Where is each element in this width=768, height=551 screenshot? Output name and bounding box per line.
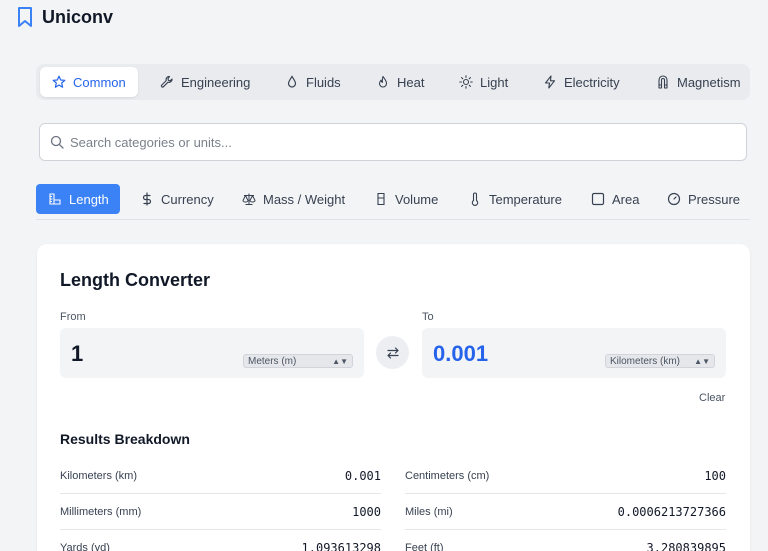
unit-category-tab-bar: Length Currency Mass / Weight Volume Tem… — [36, 184, 750, 220]
converter-card: Length Converter From 1 Meters (m) ▲▼ To… — [37, 244, 750, 551]
scale-icon — [242, 193, 256, 205]
tab-label: Electricity — [564, 74, 620, 90]
wrench-icon — [160, 75, 173, 88]
from-value[interactable]: 1 — [71, 341, 83, 367]
flame-icon — [378, 75, 388, 88]
results-title: Results Breakdown — [60, 431, 190, 447]
app-header: Uniconv — [0, 0, 768, 36]
select-arrows-icon: ▲▼ — [332, 357, 348, 366]
sun-icon — [459, 75, 473, 89]
tab-currency[interactable]: Currency — [128, 184, 226, 214]
search-input[interactable] — [70, 124, 740, 160]
result-value: 1.093613298 — [301, 541, 381, 551]
tab-label: Heat — [397, 74, 425, 90]
tab-electricity[interactable]: Electricity — [531, 67, 632, 97]
result-unit: Miles (mi) — [405, 506, 453, 518]
tab-label: Volume — [395, 191, 439, 207]
to-unit-label: Kilometers (km) — [610, 355, 681, 367]
tab-label: Mass / Weight — [263, 191, 346, 207]
tab-label: Pressure — [688, 191, 741, 207]
result-row: Yards (yd) 1.093613298 — [60, 530, 381, 551]
dollar-icon — [142, 192, 152, 206]
result-row: Miles (mi) 0.0006213727366 — [405, 494, 726, 530]
tab-heat[interactable]: Heat — [364, 67, 436, 97]
select-arrows-icon: ▲▼ — [694, 357, 710, 366]
to-value[interactable]: 0.001 — [433, 341, 488, 367]
square-icon — [591, 192, 605, 206]
tab-area[interactable]: Area — [579, 184, 651, 214]
magnet-icon — [658, 75, 668, 89]
result-row: Feet (ft) 3.280839895 — [405, 530, 726, 551]
result-unit: Feet (ft) — [405, 542, 444, 551]
beaker-icon — [377, 192, 385, 206]
droplet-icon — [287, 75, 297, 88]
tab-fluids[interactable]: Fluids — [273, 67, 353, 97]
gauge-icon — [667, 192, 681, 206]
result-value: 0.001 — [344, 469, 381, 483]
result-value: 3.280839895 — [646, 541, 726, 551]
tab-label: Common — [73, 74, 126, 90]
from-label: From — [60, 311, 86, 323]
search-bar — [39, 123, 747, 161]
thermometer-icon — [471, 192, 479, 206]
result-row: Kilometers (km) 0.001 — [60, 458, 381, 494]
tab-label: Area — [612, 191, 640, 207]
tab-label: Fluids — [306, 74, 341, 90]
star-icon — [52, 75, 66, 88]
result-value: 0.0006213727366 — [617, 505, 726, 519]
tab-pressure[interactable]: Pressure — [655, 184, 752, 214]
swap-icon — [386, 346, 399, 359]
to-label: To — [422, 311, 434, 323]
to-field[interactable]: 0.001 Kilometers (km) ▲▼ — [422, 328, 726, 378]
result-unit: Centimeters (cm) — [405, 470, 490, 482]
from-unit-select[interactable]: Meters (m) ▲▼ — [243, 354, 353, 368]
from-field[interactable]: 1 Meters (m) ▲▼ — [60, 328, 364, 378]
tab-length[interactable]: Length — [36, 184, 120, 214]
result-unit: Yards (yd) — [60, 542, 110, 551]
tab-mass-weight[interactable]: Mass / Weight — [230, 184, 357, 214]
result-row: Millimeters (mm) 1000 — [60, 494, 381, 530]
result-unit: Millimeters (mm) — [60, 506, 142, 518]
tab-label: Magnetism — [677, 74, 741, 90]
from-unit-label: Meters (m) — [248, 355, 297, 367]
search-icon — [50, 135, 64, 149]
tab-label: Light — [480, 74, 509, 90]
result-row: Centimeters (cm) 100 — [405, 458, 726, 494]
bolt-icon — [544, 75, 556, 89]
app-title: Uniconv — [42, 7, 114, 27]
tab-label: Length — [69, 191, 109, 207]
tab-light[interactable]: Light — [447, 67, 520, 97]
tab-volume[interactable]: Volume — [362, 184, 450, 214]
category-tab-bar: Common Engineering Fluids Heat Light Ele… — [36, 64, 750, 100]
result-unit: Kilometers (km) — [60, 470, 138, 482]
ruler-icon — [49, 193, 61, 205]
bookmark-icon — [18, 7, 32, 27]
to-unit-select[interactable]: Kilometers (km) ▲▼ — [605, 354, 715, 368]
clear-button[interactable]: Clear — [699, 392, 725, 404]
tab-temperature[interactable]: Temperature — [456, 184, 574, 214]
converter-title: Length Converter — [60, 270, 211, 290]
result-value: 100 — [704, 469, 726, 483]
swap-button[interactable] — [376, 336, 409, 369]
tab-engineering[interactable]: Engineering — [148, 67, 262, 97]
tab-label: Currency — [161, 191, 214, 207]
tab-label: Engineering — [181, 74, 251, 90]
tab-label: Temperature — [489, 191, 562, 207]
tab-magnetism[interactable]: Magnetism — [644, 67, 753, 97]
result-value: 1000 — [352, 505, 381, 519]
tab-common[interactable]: Common — [40, 67, 138, 97]
